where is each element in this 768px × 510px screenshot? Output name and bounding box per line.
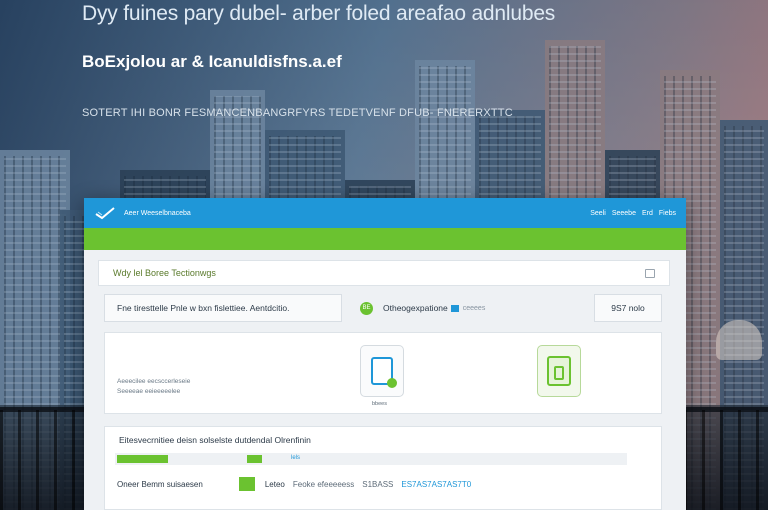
section-title: Wdy lel Boree Tectionwgs xyxy=(113,268,216,278)
progress-bar-b xyxy=(247,455,263,463)
progress-row: lels xyxy=(115,453,627,465)
hero-headline: Dyy fuines pary dubel- arber foled areaf… xyxy=(82,2,556,25)
hero-tagline: SOTERT IHI BONR FESMANCENBANGRFYRS TEDET… xyxy=(82,107,513,119)
activity-list: Eitesvecrnitiee deisn solselste dutdenda… xyxy=(104,426,662,510)
app-title: Aeer Weeselbnaceba xyxy=(124,209,191,217)
list-item[interactable]: Oneer Bemm suisaesen Leteo Feoke efeeeee… xyxy=(117,477,471,491)
database-card[interactable] xyxy=(537,345,581,397)
list-item-amount: ES7AS7AS7AS7T0 xyxy=(401,479,472,489)
document-icon xyxy=(371,357,397,388)
app-window: Aeer Weeselbnaceba Seeli Seeebe Erd Fieb… xyxy=(84,198,686,510)
database-icon xyxy=(547,356,571,386)
summary-row: Fne tiresttelle Pnle w bxn fislettiee. A… xyxy=(104,294,662,322)
panel-caption-line: Aeeecilee eecsccerleseie xyxy=(117,378,191,385)
list-item-desc: Feoke efeeeeess xyxy=(292,479,355,489)
section-header: Wdy lel Boree Tectionwgs xyxy=(98,260,670,286)
green-header-bar xyxy=(84,228,686,250)
summary-count: 9S7 nolo xyxy=(594,294,662,322)
list-title: Eitesvecrnitiee deisn solselste dutdenda… xyxy=(119,435,311,445)
list-item-code: S1BASS xyxy=(362,479,394,489)
nav-item[interactable]: Erd xyxy=(642,210,653,217)
status-badge: BE xyxy=(360,301,373,315)
document-card[interactable] xyxy=(360,345,404,397)
panel-caption: Aeeecilee eecsccerleseie Seeeeae eeieeee… xyxy=(117,377,190,397)
panel-caption-line: Seeeeae eeieeeeelee xyxy=(117,388,181,395)
summary-item-extra: ceeees xyxy=(462,304,486,312)
summary-item-label: Otheogexpatione xyxy=(383,303,448,313)
status-square-icon xyxy=(238,477,255,491)
top-nav: Seeli Seeebe Erd Fiebs xyxy=(590,210,676,217)
cards-panel: Aeeecilee eecsccerleseie Seeeeae eeieeee… xyxy=(104,332,662,414)
info-icon xyxy=(450,304,459,312)
nav-item[interactable]: Seeli xyxy=(590,210,606,217)
hero-subhead: BoExjolou ar & Icanuldisfns.a.ef xyxy=(82,52,342,71)
app-titlebar: Aeer Weeselbnaceba Seeli Seeebe Erd Fieb… xyxy=(84,198,686,228)
progress-text: lels xyxy=(291,455,301,461)
progress-bar-a xyxy=(117,455,169,463)
list-item-field: Leteo xyxy=(264,479,285,489)
list-item-name: Oneer Bemm suisaesen xyxy=(117,479,203,489)
chair xyxy=(716,320,762,360)
document-card-label: bbees xyxy=(372,401,387,407)
folder-icon[interactable] xyxy=(645,268,655,278)
checkmark-logo-icon[interactable] xyxy=(94,206,116,220)
summary-item[interactable]: BE Otheogexpatione ceeees xyxy=(342,294,594,322)
summary-label[interactable]: Fne tiresttelle Pnle w bxn fislettiee. A… xyxy=(104,294,342,322)
nav-item[interactable]: Fiebs xyxy=(659,210,676,217)
nav-item[interactable]: Seeebe xyxy=(612,210,636,217)
